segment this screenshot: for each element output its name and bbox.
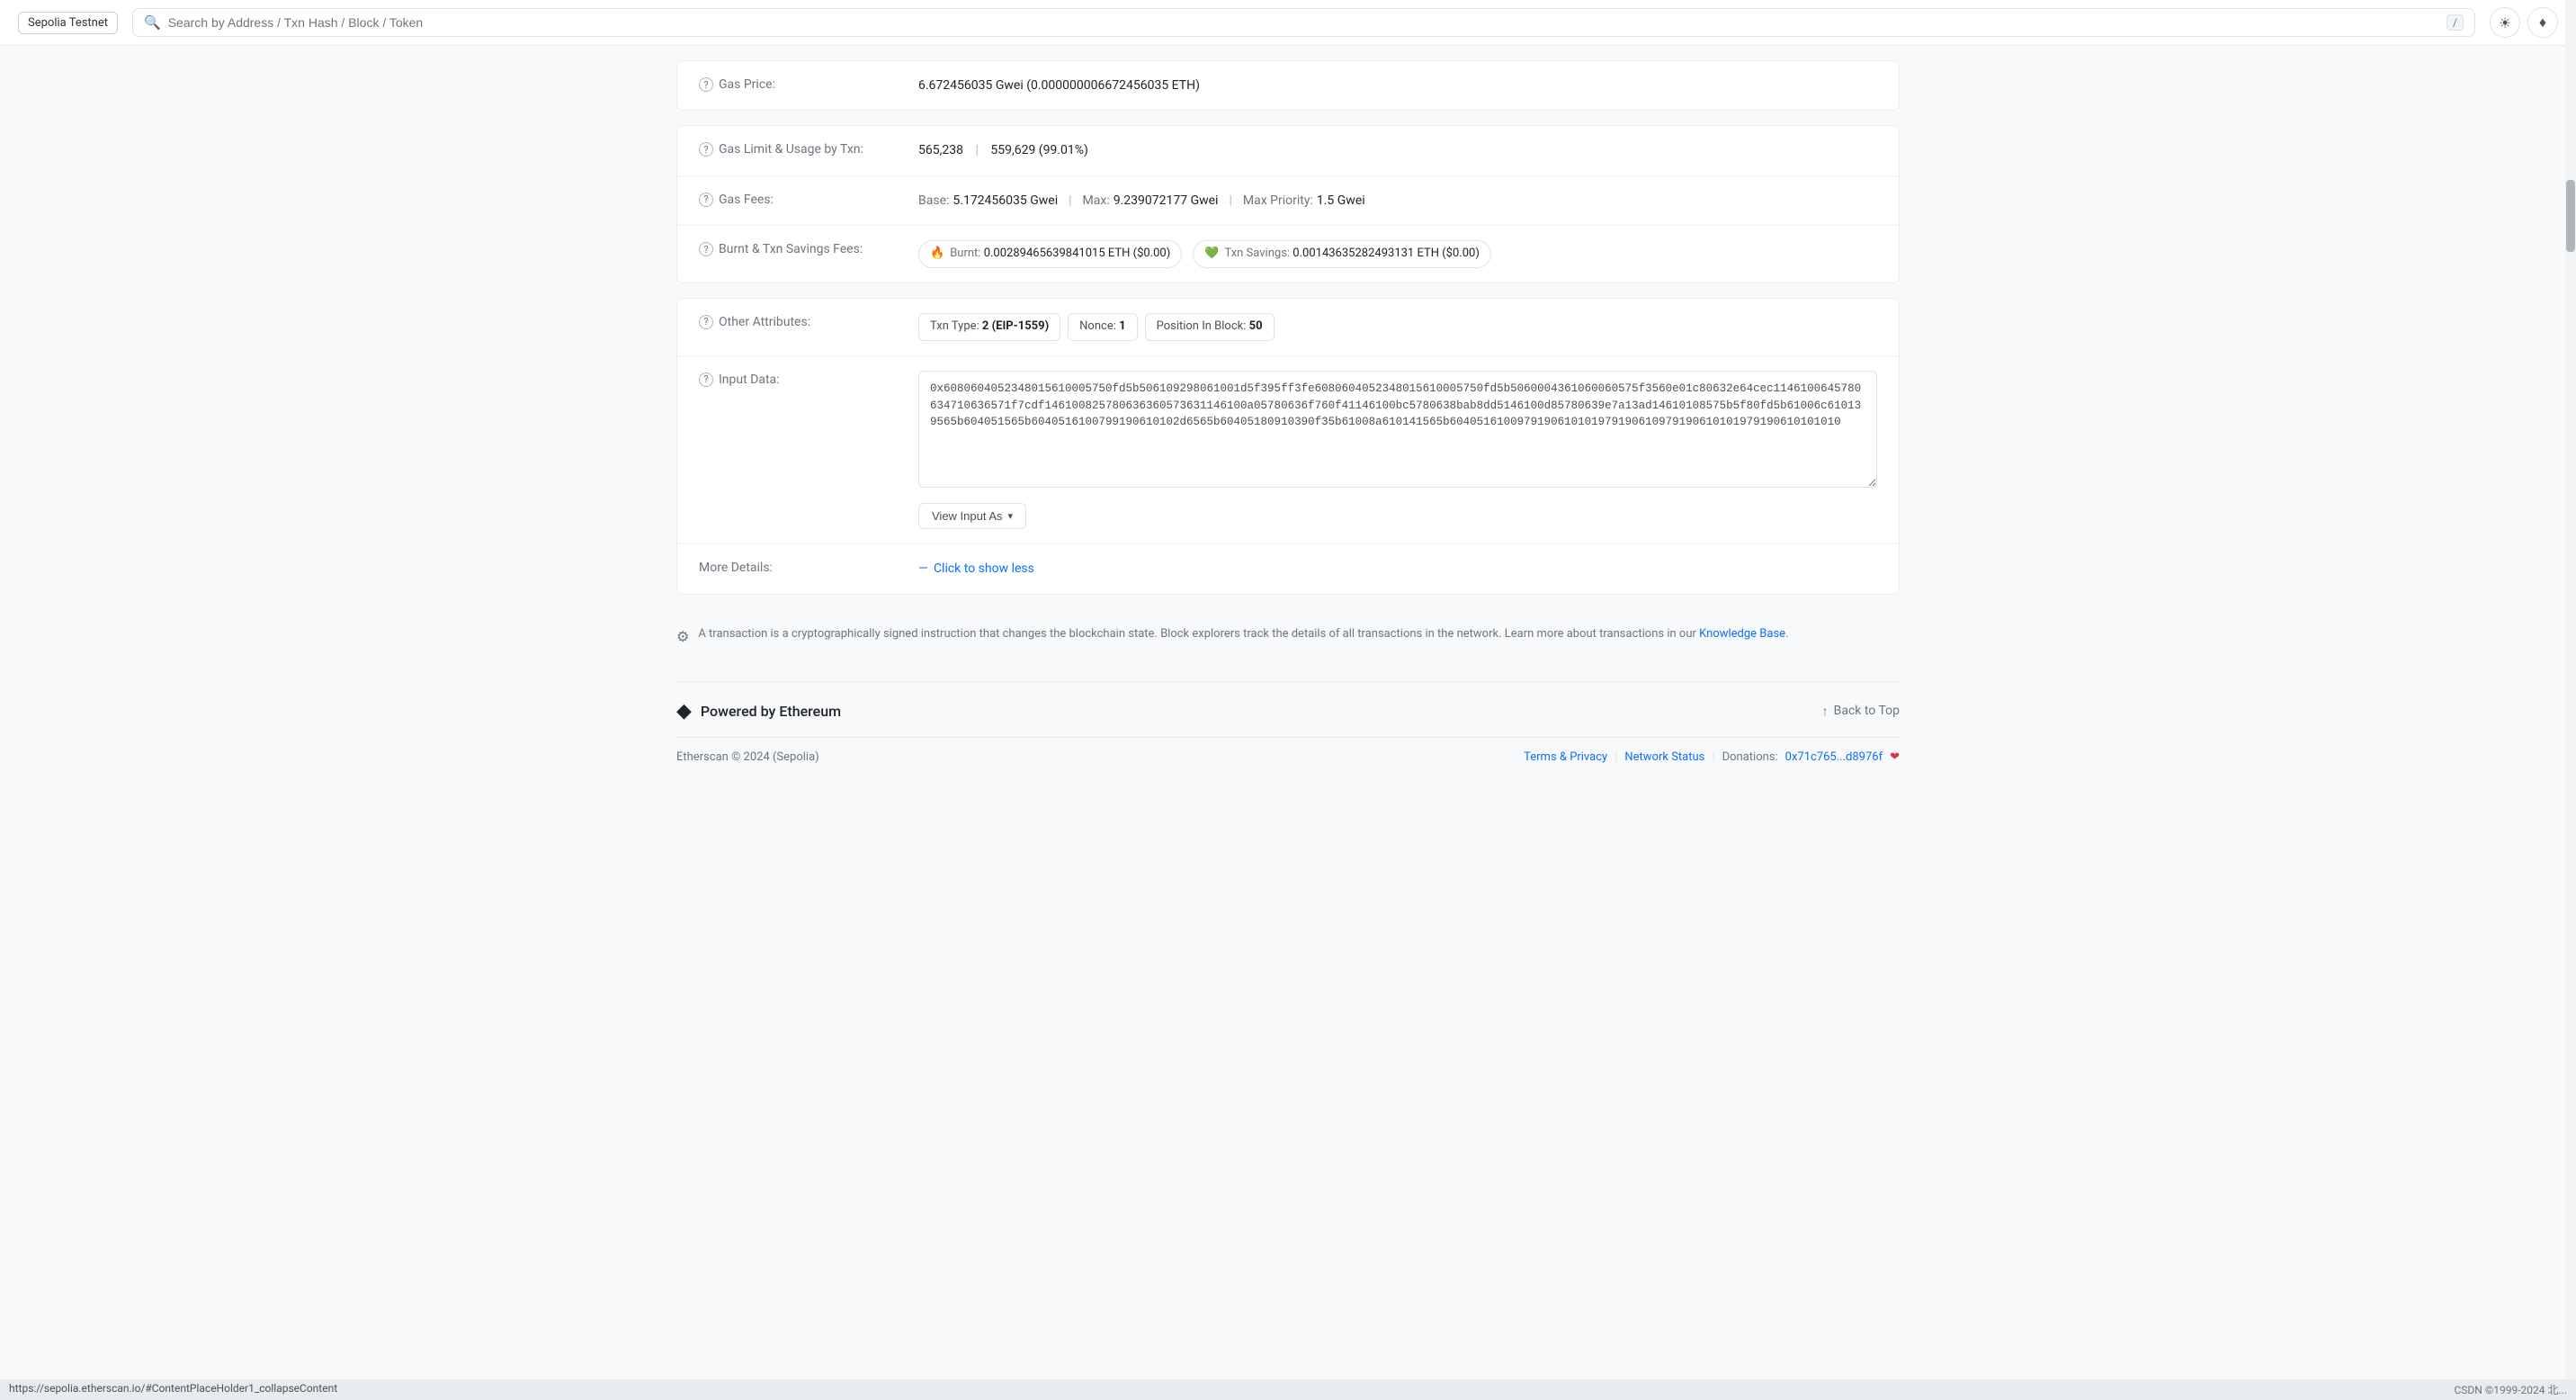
burnt-savings-row: ? Burnt & Txn Savings Fees: 🔥 Burnt: 0.0… bbox=[677, 226, 1899, 283]
back-to-top-link[interactable]: ↑ Back to Top bbox=[1822, 704, 1900, 719]
input-data-value: 0x6080604052348015610005750fd5b506109298… bbox=[918, 371, 1877, 529]
txn-type-badge: Txn Type: 2 (EIP-1559) bbox=[918, 313, 1060, 341]
terms-privacy-link[interactable]: Terms & Privacy bbox=[1524, 750, 1607, 764]
other-attributes-help-icon[interactable]: ? bbox=[699, 315, 713, 329]
other-attrs-card: ? Other Attributes: Txn Type: 2 (EIP-155… bbox=[676, 298, 1900, 595]
show-less-link[interactable]: — Click to show less bbox=[918, 559, 1877, 579]
savings-icon: 💚 bbox=[1204, 245, 1219, 264]
gas-limit-value: 565,238 | 559,629 (99.01%) bbox=[918, 140, 1877, 160]
gas-limit-row: ? Gas Limit & Usage by Txn: 565,238 | 55… bbox=[677, 126, 1899, 175]
site-footer: Etherscan © 2024 (Sepolia) Terms & Priva… bbox=[676, 737, 1900, 773]
status-bar: https://sepolia.etherscan.io/#ContentPla… bbox=[0, 1379, 2576, 1400]
status-bar-right: CSDN ©1999-2024 北... bbox=[2454, 1382, 2567, 1397]
other-attributes-label: ? Other Attributes: bbox=[699, 313, 897, 329]
copyright-text: Etherscan © 2024 (Sepolia) bbox=[676, 750, 819, 764]
view-input-as-button[interactable]: View Input As ▾ bbox=[918, 503, 1026, 529]
network-badge[interactable]: Sepolia Testnet bbox=[18, 12, 118, 34]
search-bar: 🔍 / bbox=[132, 8, 2475, 37]
ethereum-diamond-icon: ◆ bbox=[676, 700, 692, 722]
gas-price-label: ? Gas Price: bbox=[699, 76, 897, 92]
chevron-down-icon: ▾ bbox=[1008, 510, 1014, 522]
burnt-savings-label: ? Burnt & Txn Savings Fees: bbox=[699, 240, 897, 256]
donations-address-link[interactable]: 0x71c765...d8976f bbox=[1785, 750, 1883, 764]
burnt-savings-help-icon[interactable]: ? bbox=[699, 242, 713, 256]
gas-details-card: ? Gas Limit & Usage by Txn: 565,238 | 55… bbox=[676, 125, 1900, 283]
gas-price-help-icon[interactable]: ? bbox=[699, 77, 713, 92]
scrollbar-track bbox=[2565, 0, 2576, 1400]
more-details-label: More Details: bbox=[699, 559, 897, 575]
input-data-textarea[interactable]: 0x6080604052348015610005750fd5b506109298… bbox=[918, 371, 1877, 488]
footer-links: Terms & Privacy | Network Status | Donat… bbox=[1524, 750, 1900, 764]
theme-toggle-button[interactable]: ☀ bbox=[2490, 7, 2520, 38]
gas-price-row: ? Gas Price: 6.672456035 Gwei (0.0000000… bbox=[677, 61, 1899, 110]
more-details-value: — Click to show less bbox=[918, 559, 1877, 579]
more-details-row: More Details: — Click to show less bbox=[677, 544, 1899, 593]
powered-by-label: ◆ Powered by Ethereum bbox=[676, 700, 841, 722]
gas-fees-help-icon[interactable]: ? bbox=[699, 193, 713, 207]
gas-price-card: ? Gas Price: 6.672456035 Gwei (0.0000000… bbox=[676, 60, 1900, 111]
gear-icon: ⚙ bbox=[676, 628, 689, 645]
heart-icon: ❤ bbox=[1890, 750, 1900, 764]
burnt-badge: 🔥 Burnt: 0.00289465639841015 ETH ($0.00) bbox=[918, 240, 1182, 268]
input-data-help-icon[interactable]: ? bbox=[699, 372, 713, 387]
search-icon: 🔍 bbox=[144, 14, 161, 31]
search-input[interactable] bbox=[168, 15, 2439, 30]
savings-badge: 💚 Txn Savings: 0.00143635282493131 ETH (… bbox=[1193, 240, 1491, 268]
powered-by-section: ◆ Powered by Ethereum ↑ Back to Top bbox=[676, 681, 1900, 737]
donations-label: Donations: bbox=[1722, 750, 1778, 764]
main-content: ? Gas Price: 6.672456035 Gwei (0.0000000… bbox=[658, 60, 1918, 773]
nonce-badge: Nonce: 1 bbox=[1068, 313, 1137, 341]
gas-fees-row: ? Gas Fees: Base: 5.172456035 Gwei | Max… bbox=[677, 176, 1899, 226]
knowledge-base-link[interactable]: Knowledge Base. bbox=[1699, 627, 1788, 641]
gas-limit-help-icon[interactable]: ? bbox=[699, 142, 713, 157]
gas-price-card-body: ? Gas Price: 6.672456035 Gwei (0.0000000… bbox=[677, 61, 1899, 110]
gas-details-card-body: ? Gas Limit & Usage by Txn: 565,238 | 55… bbox=[677, 126, 1899, 283]
gas-price-value: 6.672456035 Gwei (0.000000006672456035 E… bbox=[918, 76, 1877, 95]
header: Sepolia Testnet 🔍 / ☀ ♦ bbox=[0, 0, 2576, 46]
network-status-link[interactable]: Network Status bbox=[1624, 750, 1704, 764]
shortcut-badge: / bbox=[2446, 14, 2464, 31]
other-attributes-row: ? Other Attributes: Txn Type: 2 (EIP-155… bbox=[677, 299, 1899, 356]
input-data-row: ? Input Data: 0x608060405234801561000575… bbox=[677, 356, 1899, 544]
input-data-label: ? Input Data: bbox=[699, 371, 897, 387]
fire-icon: 🔥 bbox=[930, 245, 944, 264]
other-attrs-card-body: ? Other Attributes: Txn Type: 2 (EIP-155… bbox=[677, 299, 1899, 594]
status-url: https://sepolia.etherscan.io/#ContentPla… bbox=[9, 1382, 337, 1397]
ethereum-icon-button[interactable]: ♦ bbox=[2527, 7, 2558, 38]
header-icons: ☀ ♦ bbox=[2490, 7, 2558, 38]
scrollbar-thumb[interactable] bbox=[2566, 180, 2575, 252]
info-footer: ⚙ A transaction is a cryptographically s… bbox=[676, 609, 1900, 663]
position-badge: Position In Block: 50 bbox=[1145, 313, 1275, 341]
burnt-savings-value: 🔥 Burnt: 0.00289465639841015 ETH ($0.00)… bbox=[918, 240, 1877, 268]
gas-limit-label: ? Gas Limit & Usage by Txn: bbox=[699, 140, 897, 157]
other-attributes-value: Txn Type: 2 (EIP-1559) Nonce: 1 Position… bbox=[918, 313, 1877, 341]
gas-fees-label: ? Gas Fees: bbox=[699, 191, 897, 207]
gas-fees-value: Base: 5.172456035 Gwei | Max: 9.23907217… bbox=[918, 191, 1877, 211]
